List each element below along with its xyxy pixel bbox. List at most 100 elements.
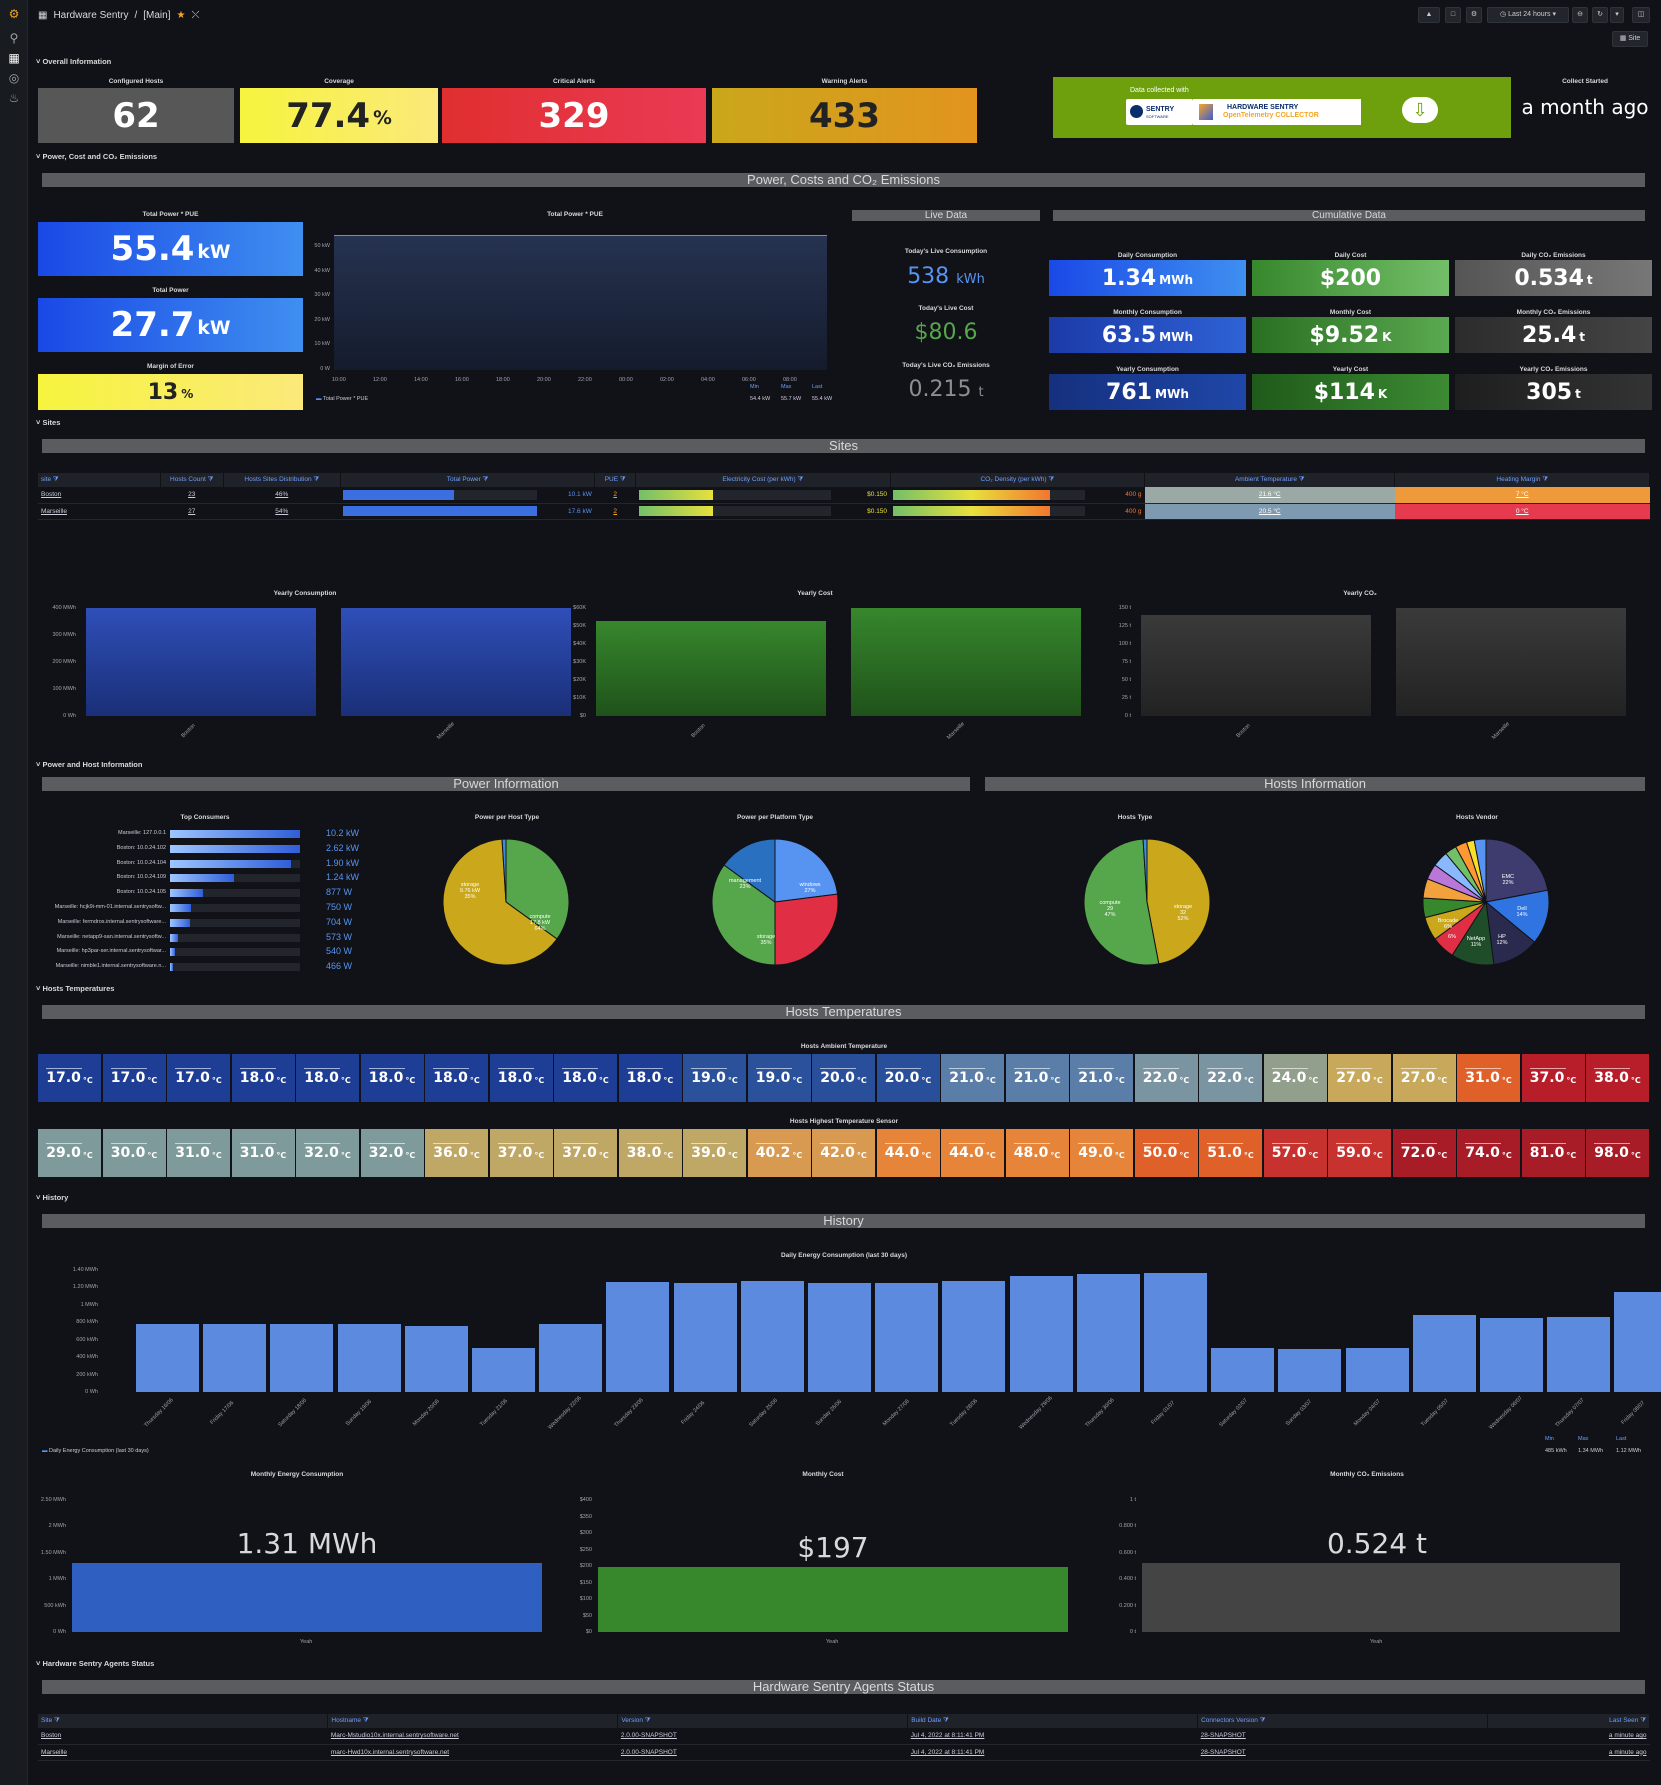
hosts-dist-link[interactable]: 54% xyxy=(275,508,288,515)
highest-temp-tile[interactable]: 81.0 °C xyxy=(1521,1129,1585,1177)
settings-button[interactable]: ⚙ xyxy=(1466,7,1482,23)
pue-timeseries-area[interactable] xyxy=(334,235,827,370)
daily-bar[interactable] xyxy=(472,1348,535,1392)
row-temps[interactable]: ˅ Hosts Temperatures xyxy=(36,984,114,993)
sites-col-header[interactable]: Total Power ⧩ xyxy=(340,473,596,487)
agents-cell[interactable]: 28-SNAPSHOT xyxy=(1197,1744,1488,1761)
hosts-count-cell[interactable]: 23 xyxy=(160,487,224,504)
daily-bar[interactable] xyxy=(808,1283,871,1392)
ambient-temp-tile[interactable]: 27.0 °C xyxy=(1392,1054,1456,1102)
filter-icon[interactable]: ⧩ xyxy=(618,476,626,483)
add-panel-button[interactable]: ▲ xyxy=(1418,7,1440,23)
highest-temp-tile[interactable]: 40.2 °C xyxy=(747,1129,811,1177)
agents-cell[interactable]: Jul 4, 2022 at 8:11:41 PM xyxy=(907,1744,1198,1761)
site-cell[interactable]: Marseille xyxy=(38,503,161,520)
top-consumer-bar[interactable] xyxy=(170,933,178,942)
refresh-button[interactable]: ↻ xyxy=(1592,7,1608,23)
breadcrumb-app[interactable]: Hardware Sentry xyxy=(53,10,128,21)
hosts-count-cell[interactable]: 27 xyxy=(160,503,224,520)
ambient-temp-tile[interactable]: 18.0 °C xyxy=(425,1054,488,1102)
collector-banner[interactable]: Data collected with SENTRY SOFTWARE HARD… xyxy=(1053,77,1511,138)
highest-temp-tile[interactable]: 32.0 °C xyxy=(296,1129,359,1177)
highest-temp-tile[interactable]: 98.0 °C xyxy=(1586,1129,1649,1177)
agents-cell-link[interactable]: Jul 4, 2022 at 8:11:41 PM xyxy=(911,1749,985,1756)
ambient-temp-tile[interactable]: 21.0 °C xyxy=(1005,1054,1069,1102)
daily-bar[interactable] xyxy=(942,1281,1006,1392)
highest-temp-tile[interactable]: 38.0 °C xyxy=(618,1129,682,1177)
highest-temp-tile[interactable]: 32.0 °C xyxy=(360,1129,424,1177)
ambient-temp-tile[interactable]: 38.0 °C xyxy=(1586,1054,1649,1102)
top-consumer-bar[interactable] xyxy=(170,889,203,898)
highest-temp-tile[interactable]: 74.0 °C xyxy=(1457,1129,1520,1177)
row-agents[interactable]: ˅ Hardware Sentry Agents Status xyxy=(36,1659,154,1668)
ambient-temp-link[interactable]: 20.5 °C xyxy=(1259,508,1281,515)
sites-col-header[interactable]: PUE ⧩ xyxy=(594,473,637,487)
grafana-logo-icon[interactable]: ⚙ xyxy=(6,6,22,22)
top-consumer-bar[interactable] xyxy=(170,830,300,838)
refresh-interval-dropdown[interactable]: ▾ xyxy=(1610,7,1624,23)
ambient-temp-tile[interactable]: 21.0 °C xyxy=(1070,1054,1133,1102)
site-chart-bar[interactable] xyxy=(1396,608,1626,716)
alerting-bell-icon[interactable]: ♨ xyxy=(6,90,22,106)
ambient-temp-tile[interactable]: 37.0 °C xyxy=(1521,1054,1585,1102)
filter-icon[interactable]: ⧩ xyxy=(1047,476,1054,483)
filter-icon[interactable]: ⧩ xyxy=(941,1717,949,1724)
daily-bar[interactable] xyxy=(337,1324,401,1392)
filter-icon[interactable]: ⧩ xyxy=(1540,476,1548,483)
ambient-temp-tile[interactable]: 19.0 °C xyxy=(683,1054,746,1102)
ambient-temp-tile[interactable]: 19.0 °C xyxy=(747,1054,811,1102)
agents-cell[interactable]: Jul 4, 2022 at 8:11:41 PM xyxy=(907,1728,1198,1745)
highest-temp-tile[interactable]: 30.0 °C xyxy=(102,1129,166,1177)
heating-margin-cell[interactable]: 7 °C xyxy=(1394,487,1650,504)
site-chart-bar[interactable] xyxy=(851,608,1081,716)
daily-bar[interactable] xyxy=(1547,1317,1611,1392)
highest-temp-tile[interactable]: 57.0 °C xyxy=(1263,1129,1327,1177)
agents-cell[interactable]: Boston xyxy=(38,1728,328,1745)
highest-temp-tile[interactable]: 50.0 °C xyxy=(1134,1129,1198,1177)
top-consumer-bar[interactable] xyxy=(170,948,176,957)
ambient-temp-tile[interactable]: 17.0 °C xyxy=(167,1054,230,1102)
site-chart-bar[interactable] xyxy=(1141,615,1371,716)
ambient-temp-tile[interactable]: 18.0 °C xyxy=(296,1054,359,1102)
pue-cell[interactable]: 2 xyxy=(594,503,636,520)
agents-cell[interactable]: a minute ago xyxy=(1487,1728,1650,1745)
hosts-count-link[interactable]: 27 xyxy=(188,508,195,515)
ambient-temp-cell[interactable]: 21.6 °C xyxy=(1144,487,1395,504)
sites-col-header[interactable]: Electricity Cost (per kWh) ⧩ xyxy=(635,473,891,487)
filter-icon[interactable]: ⧩ xyxy=(206,476,214,483)
ambient-temp-tile[interactable]: 18.0 °C xyxy=(554,1054,617,1102)
daily-bar[interactable] xyxy=(1412,1315,1476,1392)
hosts-dist-link[interactable]: 46% xyxy=(275,491,288,498)
agents-cell-link[interactable]: Marseille xyxy=(41,1749,67,1756)
agents-cell-link[interactable]: Boston xyxy=(41,1732,61,1739)
ambient-temp-tile[interactable]: 22.0 °C xyxy=(1199,1054,1262,1102)
pie-chart[interactable] xyxy=(711,838,839,966)
daily-bar[interactable] xyxy=(1278,1349,1342,1392)
row-history[interactable]: ˅ History xyxy=(36,1193,68,1202)
highest-temp-tile[interactable]: 31.0 °C xyxy=(167,1129,230,1177)
sites-col-header[interactable]: Ambient Temperature ⧩ xyxy=(1144,473,1396,487)
agents-cell-link[interactable]: marc-Hwd10x.internal.sentrysoftware.net xyxy=(331,1749,449,1756)
monthly-bar[interactable] xyxy=(598,1566,1068,1632)
heating-margin-cell[interactable]: 0 °C xyxy=(1394,503,1650,520)
highest-temp-tile[interactable]: 37.0 °C xyxy=(489,1129,553,1177)
pue-link[interactable]: 2 xyxy=(613,508,617,515)
agents-cell[interactable]: Marc-Mstudio10x.internal.sentrysoftware.… xyxy=(327,1728,618,1745)
monthly-bar[interactable] xyxy=(1142,1562,1620,1632)
site-variable-dropdown[interactable]: ▦ Site xyxy=(1612,31,1648,47)
sites-col-header[interactable]: Heating Margin ⧩ xyxy=(1394,473,1650,487)
heating-margin-link[interactable]: 7 °C xyxy=(1516,491,1529,498)
daily-bar[interactable] xyxy=(136,1324,199,1392)
agents-cell-link[interactable]: 28-SNAPSHOT xyxy=(1201,1749,1246,1756)
highest-temp-tile[interactable]: 72.0 °C xyxy=(1392,1129,1456,1177)
sites-col-header[interactable]: site ⧩ xyxy=(38,473,161,487)
agents-cell-link[interactable]: Jul 4, 2022 at 8:11:41 PM xyxy=(911,1732,985,1739)
agents-col-header[interactable]: Last Seen ⧩ xyxy=(1487,1714,1650,1728)
explore-icon[interactable]: ◎ xyxy=(6,70,22,86)
ambient-temp-tile[interactable]: 17.0 °C xyxy=(38,1054,101,1102)
daily-bar[interactable] xyxy=(203,1324,267,1392)
ambient-temp-tile[interactable]: 31.0 °C xyxy=(1457,1054,1520,1102)
agents-cell[interactable]: 2.0.00-SNAPSHOT xyxy=(617,1744,908,1761)
ambient-temp-tile[interactable]: 18.0 °C xyxy=(360,1054,424,1102)
row-power-host[interactable]: ˅ Power and Host Information xyxy=(36,760,142,769)
